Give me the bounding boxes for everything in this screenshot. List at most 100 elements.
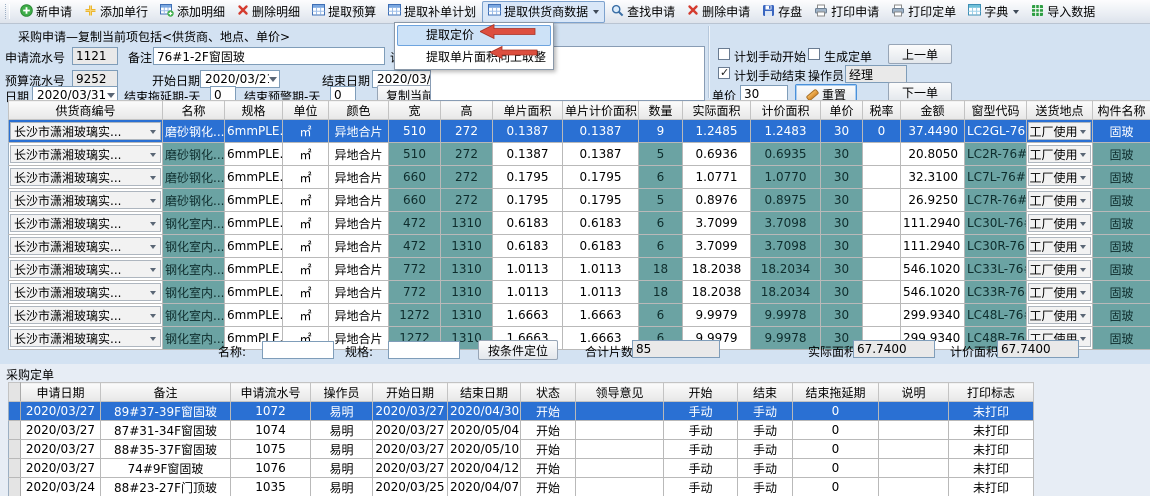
- cell-combo[interactable]: 长沙市潇湘玻璃实...: [9, 258, 163, 281]
- column-header[interactable]: 领导意见: [576, 383, 664, 402]
- column-header[interactable]: 颜色: [329, 101, 389, 120]
- cell-dropdown[interactable]: 工厂使用: [1028, 306, 1091, 324]
- add-detail-button[interactable]: 添加明细: [154, 1, 231, 23]
- column-header[interactable]: 实际面积: [683, 101, 751, 120]
- cell-dropdown[interactable]: 长沙市潇湘玻璃实...: [10, 168, 161, 186]
- column-header[interactable]: 申请流水号: [231, 383, 311, 402]
- cell-dropdown[interactable]: 工厂使用: [1028, 168, 1091, 186]
- cell-dropdown[interactable]: 长沙市潇湘玻璃实...: [10, 329, 161, 347]
- column-header[interactable]: 单价: [821, 101, 863, 120]
- column-header[interactable]: 数量: [639, 101, 683, 120]
- total-pieces-field[interactable]: [632, 340, 720, 358]
- print-order-button[interactable]: 打印定单: [885, 1, 962, 23]
- extract-supplement-plan-button[interactable]: 提取补单计划: [382, 1, 482, 23]
- column-header[interactable]: 计价面积: [751, 101, 821, 120]
- print-request-button[interactable]: 打印申请: [808, 1, 885, 23]
- table-row[interactable]: 长沙市潇湘玻璃实...钢化室内...6mmPLE...㎡异地合片12721310…: [9, 304, 1150, 327]
- column-header[interactable]: 窗型代码: [965, 101, 1027, 120]
- save-button[interactable]: 存盘: [756, 1, 808, 23]
- extract-budget-button[interactable]: 提取预算: [306, 1, 382, 23]
- cell-dropdown[interactable]: 长沙市潇湘玻璃实...: [10, 145, 161, 163]
- column-header[interactable]: 单位: [283, 101, 329, 120]
- manual-start-checkbox[interactable]: [718, 48, 730, 60]
- manual-end-checkbox[interactable]: [718, 67, 730, 79]
- cell-dropdown[interactable]: 长沙市潇湘玻璃实...: [10, 260, 161, 278]
- table-row[interactable]: 长沙市潇湘玻璃实...磨砂钢化...6mmPLE...㎡异地合片5102720.…: [9, 120, 1150, 143]
- table-row[interactable]: 2020/03/2789#37-39F窗固玻1072易明2020/03/2720…: [9, 402, 1034, 421]
- cell-dropdown[interactable]: 长沙市潇湘玻璃实...: [10, 122, 161, 140]
- cell-combo[interactable]: 工厂使用: [1027, 120, 1093, 143]
- next-order-button[interactable]: 下一单: [888, 82, 952, 102]
- cell-combo[interactable]: 长沙市潇湘玻璃实...: [9, 327, 163, 350]
- column-header[interactable]: 结束日期: [448, 383, 521, 402]
- orders-table[interactable]: 申请日期备注申请流水号操作员开始日期结束日期状态领导意见开始结束结束拖延期说明打…: [8, 382, 1034, 496]
- column-header[interactable]: 结束拖延期: [793, 383, 879, 402]
- column-header[interactable]: 状态: [521, 383, 576, 402]
- search-request-button[interactable]: 查找申请: [605, 1, 681, 23]
- pricing-area-field[interactable]: [997, 340, 1079, 358]
- column-header[interactable]: 说明: [879, 383, 949, 402]
- delete-request-button[interactable]: 删除申请: [681, 1, 756, 23]
- cell-dropdown[interactable]: 工厂使用: [1028, 237, 1091, 255]
- column-header[interactable]: 高: [441, 101, 493, 120]
- cell-combo[interactable]: 长沙市潇湘玻璃实...: [9, 304, 163, 327]
- column-header[interactable]: 单片计价面积: [563, 101, 639, 120]
- cell-combo[interactable]: 工厂使用: [1027, 166, 1093, 189]
- operator-field[interactable]: [845, 65, 907, 83]
- table-row[interactable]: 长沙市潇湘玻璃实...磨砂钢化...6mmPLE...㎡异地合片5102720.…: [9, 143, 1150, 166]
- locate-by-condition-button[interactable]: 按条件定位: [478, 340, 558, 360]
- column-header[interactable]: 打印标志: [949, 383, 1034, 402]
- table-row[interactable]: 长沙市潇湘玻璃实...磨砂钢化...6mmPLE...㎡异地合片6602720.…: [9, 166, 1150, 189]
- column-header[interactable]: 税率: [863, 101, 901, 120]
- table-row[interactable]: 2020/03/2488#23-27F门顶玻1035易明2020/03/2520…: [9, 478, 1034, 496]
- actual-area-field[interactable]: [853, 340, 935, 358]
- column-header[interactable]: 单片面积: [493, 101, 563, 120]
- cell-combo[interactable]: 长沙市潇湘玻璃实...: [9, 235, 163, 258]
- column-header[interactable]: 名称: [163, 101, 225, 120]
- cell-dropdown[interactable]: 工厂使用: [1028, 283, 1091, 301]
- column-header[interactable]: 宽: [389, 101, 441, 120]
- cell-dropdown[interactable]: 长沙市潇湘玻璃实...: [10, 237, 161, 255]
- import-data-button[interactable]: 导入数据: [1025, 1, 1101, 23]
- dictionary-button[interactable]: 字典: [962, 1, 1025, 23]
- table-row[interactable]: 2020/03/2787#31-34F窗固玻1074易明2020/03/2720…: [9, 421, 1034, 440]
- cell-combo[interactable]: 工厂使用: [1027, 189, 1093, 212]
- column-header[interactable]: 送货地点: [1027, 101, 1093, 120]
- cell-combo[interactable]: 长沙市潇湘玻璃实...: [9, 212, 163, 235]
- column-header[interactable]: 备注: [101, 383, 231, 402]
- table-row[interactable]: 长沙市潇湘玻璃实...磨砂钢化...6mmPLE...㎡异地合片6602720.…: [9, 189, 1150, 212]
- cell-combo[interactable]: 长沙市潇湘玻璃实...: [9, 120, 163, 143]
- column-header[interactable]: 金额: [901, 101, 965, 120]
- table-row[interactable]: 长沙市潇湘玻璃实...钢化室内...6mmPLE...㎡异地合片77213101…: [9, 281, 1150, 304]
- column-header[interactable]: 开始: [664, 383, 738, 402]
- table-row[interactable]: 2020/03/2774#9F窗固玻1076易明2020/03/272020/0…: [9, 459, 1034, 478]
- column-header[interactable]: 开始日期: [373, 383, 448, 402]
- cell-combo[interactable]: 工厂使用: [1027, 235, 1093, 258]
- previous-order-button[interactable]: 上一单: [888, 44, 952, 64]
- cell-dropdown[interactable]: 长沙市潇湘玻璃实...: [10, 283, 161, 301]
- cell-combo[interactable]: 长沙市潇湘玻璃实...: [9, 166, 163, 189]
- cell-combo[interactable]: 长沙市潇湘玻璃实...: [9, 281, 163, 304]
- delete-detail-button[interactable]: 删除明细: [231, 1, 306, 23]
- table-row[interactable]: 长沙市潇湘玻璃实...钢化室内...6mmPLE...㎡异地合片47213100…: [9, 212, 1150, 235]
- cell-combo[interactable]: 工厂使用: [1027, 143, 1093, 166]
- cell-combo[interactable]: 工厂使用: [1027, 281, 1093, 304]
- cell-dropdown[interactable]: 工厂使用: [1028, 214, 1091, 232]
- cell-combo[interactable]: 工厂使用: [1027, 212, 1093, 235]
- apply-no-field[interactable]: [72, 47, 118, 65]
- generate-order-checkbox[interactable]: [808, 48, 820, 60]
- cell-dropdown[interactable]: 长沙市潇湘玻璃实...: [10, 214, 161, 232]
- cell-dropdown[interactable]: 工厂使用: [1028, 260, 1091, 278]
- table-row[interactable]: 长沙市潇湘玻璃实...钢化室内...6mmPLE...㎡异地合片77213101…: [9, 258, 1150, 281]
- extract-supplier-data-button[interactable]: 提取供货商数据: [482, 1, 605, 23]
- cell-combo[interactable]: 长沙市潇湘玻璃实...: [9, 189, 163, 212]
- table-row[interactable]: 2020/03/2788#35-37F窗固玻1075易明2020/03/2720…: [9, 440, 1034, 459]
- cell-combo[interactable]: 工厂使用: [1027, 258, 1093, 281]
- filter-spec-input[interactable]: [388, 341, 460, 359]
- filter-name-input[interactable]: [262, 341, 334, 359]
- column-header[interactable]: 操作员: [311, 383, 373, 402]
- new-request-button[interactable]: 新申请: [14, 1, 78, 23]
- cell-dropdown[interactable]: 长沙市潇湘玻璃实...: [10, 191, 161, 209]
- cell-dropdown[interactable]: 工厂使用: [1028, 122, 1091, 140]
- cell-combo[interactable]: 工厂使用: [1027, 304, 1093, 327]
